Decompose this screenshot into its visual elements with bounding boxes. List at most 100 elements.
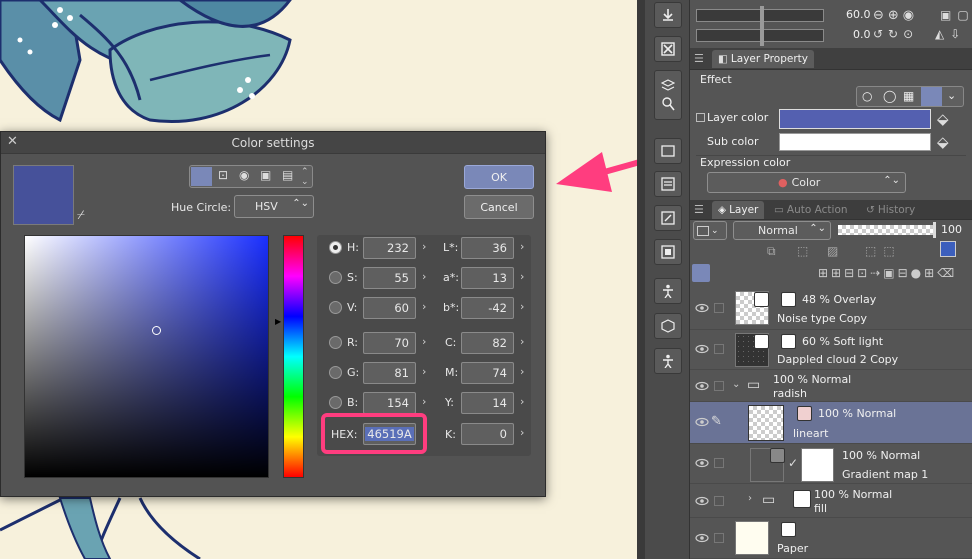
b-star-field[interactable]: -42 (461, 297, 514, 319)
eye-icon[interactable] (695, 496, 709, 506)
ok-button[interactable]: OK (464, 165, 534, 189)
eye-icon[interactable] (695, 417, 709, 427)
border-effect-icon[interactable]: ○ (862, 89, 872, 103)
clear-layer-icon[interactable] (654, 36, 682, 62)
eye-icon[interactable] (695, 344, 709, 354)
value-radio[interactable] (329, 301, 342, 314)
folder-row[interactable]: ⌄ ▭ 100 % Normal radish (690, 370, 972, 402)
hex-field[interactable]: 46519A (363, 423, 416, 445)
edit-toggle[interactable] (714, 303, 724, 313)
a-field[interactable]: 13 (461, 267, 514, 289)
figure-tool-icon[interactable] (654, 348, 682, 374)
fit-view-icon[interactable]: ▣▢ (940, 8, 972, 22)
layer-opacity-slider[interactable] (838, 225, 933, 235)
layer-settings-icon[interactable] (654, 138, 682, 164)
hue-slider[interactable] (283, 235, 304, 478)
tab-auto-action[interactable]: ▭ Auto Action (768, 201, 854, 219)
tone-icon[interactable]: ▦ (903, 89, 914, 103)
chevron-right-icon[interactable]: › (422, 301, 430, 313)
paint-bucket-icon[interactable]: ⬙ (937, 110, 949, 128)
pose-figure-icon[interactable] (654, 278, 682, 304)
layer-row[interactable]: ✓ 100 % Normal Gradient map 1 (690, 444, 972, 484)
square-picker-icon[interactable] (191, 167, 212, 186)
blue-radio[interactable] (329, 396, 342, 409)
edit-toggle[interactable] (714, 344, 724, 354)
panel-divider[interactable] (637, 0, 645, 559)
slider-handle[interactable] (760, 6, 764, 26)
c-field[interactable]: 82 (461, 332, 514, 354)
edit-toggle[interactable] (714, 533, 724, 543)
tab-layer-property[interactable]: ◧ Layer Property (712, 50, 814, 68)
extract-line-icon[interactable]: ◯ (883, 89, 896, 103)
chevron-right-icon[interactable]: › (520, 396, 528, 408)
eyedropper-icon[interactable]: ⌿ (77, 208, 85, 223)
chevron-right-icon[interactable]: › (520, 241, 528, 253)
chevron-right-icon[interactable]: › (422, 241, 430, 253)
m-field[interactable]: 74 (461, 362, 514, 384)
eye-icon[interactable] (695, 458, 709, 468)
saturation-value-picker[interactable] (24, 235, 269, 478)
eye-icon[interactable] (695, 303, 709, 313)
hue-circle-dropdown[interactable]: HSV ⌃⌄ (234, 195, 314, 218)
3d-material-icon[interactable] (654, 313, 682, 339)
layer-color-collapse-icon[interactable] (696, 113, 705, 122)
layer-mask-view-icon[interactable] (692, 264, 710, 282)
layer-action-icons[interactable]: ⊞⊞⊟⊡⇢▣⊟●⊞⌫ (818, 266, 968, 282)
dialog-titlebar[interactable]: ✕ Color settings (1, 132, 545, 154)
edit-toggle[interactable] (714, 458, 724, 468)
circle-square-icon[interactable]: ⊡ (218, 168, 228, 182)
set-icon[interactable]: ▤ (282, 168, 293, 182)
s-field[interactable]: 55 (363, 267, 416, 289)
y-field[interactable]: 14 (461, 392, 514, 414)
chevron-down-icon[interactable]: ⌄ (732, 379, 740, 390)
red-radio[interactable] (329, 336, 342, 349)
stepper-icon[interactable]: ⌃ ⌄ (301, 167, 309, 187)
layer-row-selected[interactable]: ✎ 100 % Normal lineart (690, 402, 972, 444)
hue-radio[interactable] (329, 241, 342, 254)
cancel-button[interactable]: Cancel (464, 195, 534, 219)
folder-row[interactable]: › ▭ 100 % Normal fill (690, 484, 972, 518)
v-field[interactable]: 60 (363, 297, 416, 319)
navigator-icon[interactable] (654, 239, 682, 265)
chevron-right-icon[interactable]: › (422, 336, 430, 348)
h-field[interactable]: 232 (363, 237, 416, 259)
rotate-controls-icon[interactable]: ↺↻⊙ (873, 27, 918, 41)
more-icon[interactable]: ⌄ (947, 89, 956, 102)
saturation-radio[interactable] (329, 271, 342, 284)
pen-icon[interactable]: ✎ (711, 414, 722, 429)
b-field[interactable]: 154 (363, 392, 416, 414)
chevron-right-icon[interactable]: › (520, 301, 528, 313)
sub-color-swatch[interactable] (779, 133, 931, 151)
layer-row[interactable]: 48 % Overlay Noise type Copy (690, 288, 972, 330)
flip-icon[interactable]: ◭⇩ (935, 27, 966, 41)
layer-row[interactable]: 60 % Soft light Dappled cloud 2 Copy (690, 330, 972, 370)
chevron-right-icon[interactable]: › (422, 271, 430, 283)
layer-color-swatch[interactable] (779, 109, 931, 129)
chevron-right-icon[interactable]: › (520, 271, 528, 283)
import-icon[interactable] (654, 2, 682, 28)
wheel-icon[interactable]: ◉ (239, 168, 249, 182)
edit-toggle[interactable] (714, 496, 724, 506)
eye-icon[interactable] (695, 533, 709, 543)
chevron-right-icon[interactable]: › (422, 396, 430, 408)
zoom-controls-icon[interactable]: ⊖⊕◉ (873, 8, 918, 23)
r-field[interactable]: 70 (363, 332, 416, 354)
chevron-right-icon[interactable]: › (422, 366, 430, 378)
expression-color-dropdown[interactable]: ● Color ⌃⌄ (707, 172, 906, 193)
tab-layer[interactable]: ◈ Layer (712, 201, 765, 219)
chevron-right-icon[interactable]: › (520, 427, 528, 439)
layer-row[interactable]: Paper (690, 518, 972, 559)
chevron-right-icon[interactable]: › (748, 493, 752, 504)
transform-icon[interactable] (654, 205, 682, 231)
chevron-right-icon[interactable]: › (520, 336, 528, 348)
k-field[interactable]: 0 (461, 423, 514, 445)
eye-icon[interactable] (695, 381, 709, 391)
slider-mode-icon[interactable]: ▣ (260, 168, 271, 182)
panel-menu-icon[interactable]: ☰ (694, 52, 704, 65)
slider-handle[interactable] (933, 222, 936, 238)
tab-history[interactable]: ↺ History (860, 201, 921, 219)
layer-stack-icon[interactable] (654, 70, 682, 120)
g-field[interactable]: 81 (363, 362, 416, 384)
panel-icon-2[interactable] (654, 171, 682, 197)
l-field[interactable]: 36 (461, 237, 514, 259)
